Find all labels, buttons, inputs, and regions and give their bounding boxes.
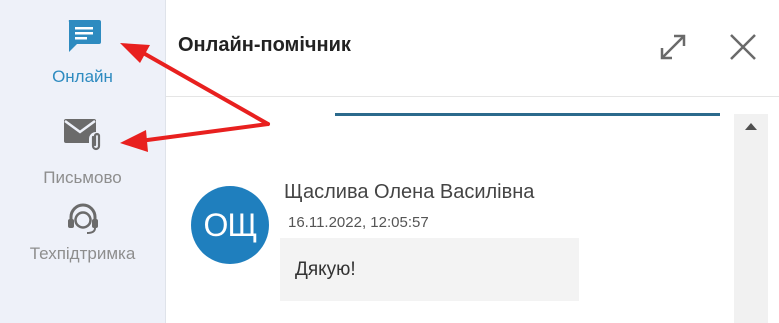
message-text: Дякую! [295,259,356,280]
sidebar-item-written[interactable]: Письмово [0,110,165,190]
chat-area: ОЩ Щаслива Олена Василівна 16.11.2022, 1… [166,97,779,323]
chat-header: Онлайн-помічник [166,0,779,97]
sidebar-item-label: Письмово [43,168,122,187]
avatar: ОЩ [191,186,269,264]
sidebar-item-label: Онлайн [52,67,113,86]
page-title: Онлайн-помічник [178,34,351,56]
close-icon [730,34,756,60]
message-author: Щаслива Олена Василівна [284,181,535,203]
expand-button[interactable] [656,30,690,64]
expand-icon [660,34,686,60]
sidebar-item-support[interactable]: Техпідтримка [0,200,165,270]
message-bubble: Дякую! [280,238,579,301]
mail-attachment-icon [64,119,103,152]
sidebar-item-online[interactable]: Онлайн [0,12,165,92]
headset-icon [68,203,98,234]
divider [335,113,720,116]
sidebar: Онлайн Письмово Техпідтримка [0,0,166,323]
chat-icon [68,20,101,52]
scroll-up-arrow-icon[interactable] [745,123,757,130]
sidebar-item-label: Техпідтримка [29,244,136,263]
message-timestamp: 16.11.2022, 12:05:57 [288,214,429,231]
close-button[interactable] [726,30,760,64]
scrollbar[interactable] [734,114,768,323]
